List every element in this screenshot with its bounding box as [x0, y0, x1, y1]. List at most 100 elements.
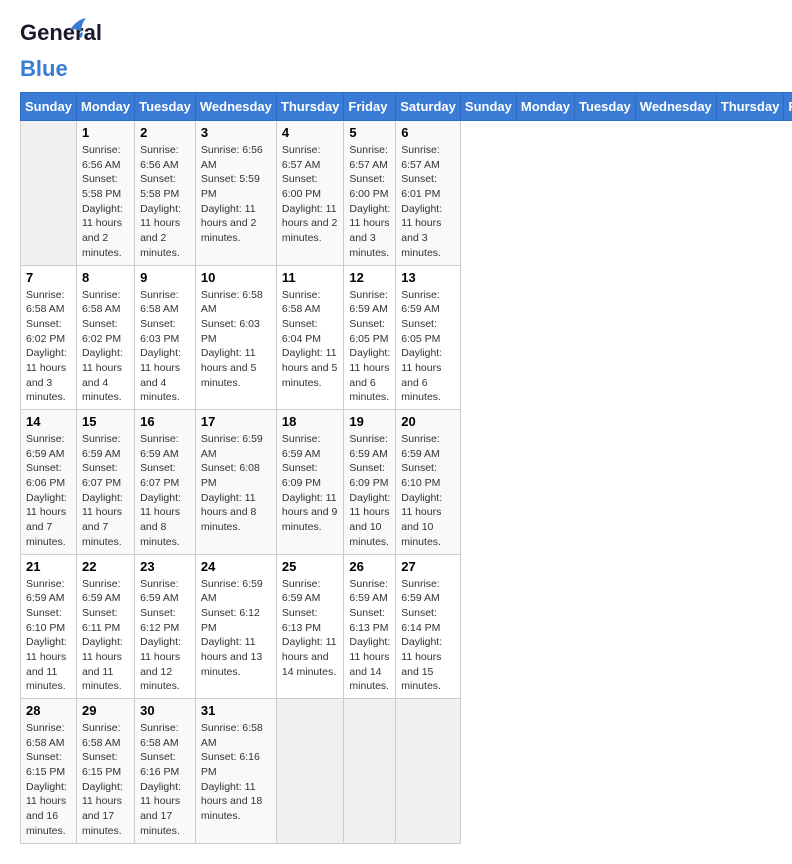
calendar-cell — [21, 121, 77, 266]
col-header-monday: Monday — [516, 93, 574, 121]
day-number: 27 — [401, 559, 455, 574]
cell-info: Sunrise: 6:59 AMSunset: 6:10 PMDaylight:… — [401, 432, 455, 550]
day-number: 25 — [282, 559, 339, 574]
calendar-week-5: 28 Sunrise: 6:58 AMSunset: 6:15 PMDayligh… — [21, 699, 792, 844]
calendar-cell: 22 Sunrise: 6:59 AMSunset: 6:11 PMDayligh… — [76, 554, 134, 699]
day-number: 5 — [349, 125, 390, 140]
cell-info: Sunrise: 6:59 AMSunset: 6:08 PMDaylight:… — [201, 432, 271, 535]
calendar-cell: 8 Sunrise: 6:58 AMSunset: 6:02 PMDaylight… — [76, 265, 134, 410]
logo-general: General — [20, 20, 102, 46]
header-thursday: Thursday — [276, 93, 344, 121]
calendar-cell: 29 Sunrise: 6:58 AMSunset: 6:15 PMDayligh… — [76, 699, 134, 844]
cell-info: Sunrise: 6:58 AMSunset: 6:02 PMDaylight:… — [82, 288, 129, 406]
calendar-cell: 21 Sunrise: 6:59 AMSunset: 6:10 PMDayligh… — [21, 554, 77, 699]
cell-info: Sunrise: 6:56 AMSunset: 5:58 PMDaylight:… — [82, 143, 129, 261]
day-number: 16 — [140, 414, 190, 429]
calendar-cell: 20Sunrise: 6:59 AMSunset: 6:10 PMDayligh… — [396, 410, 461, 555]
cell-info: Sunrise: 6:59 AMSunset: 6:06 PMDaylight:… — [26, 432, 71, 550]
calendar-cell: 26 Sunrise: 6:59 AMSunset: 6:13 PMDayligh… — [344, 554, 396, 699]
calendar-cell — [396, 699, 461, 844]
cell-info: Sunrise: 6:59 AMSunset: 6:12 PMDaylight:… — [140, 577, 190, 695]
cell-info: Sunrise: 6:59 AMSunset: 6:13 PMDaylight:… — [282, 577, 339, 680]
cell-info: Sunrise: 6:58 AMSunset: 6:16 PMDaylight:… — [201, 721, 271, 824]
cell-info: Sunrise: 6:57 AMSunset: 6:00 PMDaylight:… — [349, 143, 390, 261]
cell-info: Sunrise: 6:56 AMSunset: 5:59 PMDaylight:… — [201, 143, 271, 246]
day-number: 21 — [26, 559, 71, 574]
cell-info: Sunrise: 6:59 AMSunset: 6:11 PMDaylight:… — [82, 577, 129, 695]
day-number: 14 — [26, 414, 71, 429]
cell-info: Sunrise: 6:58 AMSunset: 6:03 PMDaylight:… — [201, 288, 271, 391]
day-number: 8 — [82, 270, 129, 285]
cell-info: Sunrise: 6:59 AMSunset: 6:14 PMDaylight:… — [401, 577, 455, 695]
cell-info: Sunrise: 6:57 AMSunset: 6:01 PMDaylight:… — [401, 143, 455, 261]
day-number: 24 — [201, 559, 271, 574]
calendar-cell: 17 Sunrise: 6:59 AMSunset: 6:08 PMDayligh… — [195, 410, 276, 555]
day-number: 22 — [82, 559, 129, 574]
page-header: General Blue — [20, 20, 772, 82]
day-number: 12 — [349, 270, 390, 285]
calendar-cell: 24 Sunrise: 6:59 AMSunset: 6:12 PMDayligh… — [195, 554, 276, 699]
cell-info: Sunrise: 6:59 AMSunset: 6:05 PMDaylight:… — [349, 288, 390, 406]
col-header-sunday: Sunday — [460, 93, 516, 121]
day-number: 4 — [282, 125, 339, 140]
calendar-cell: 14 Sunrise: 6:59 AMSunset: 6:06 PMDayligh… — [21, 410, 77, 555]
cell-info: Sunrise: 6:59 AMSunset: 6:10 PMDaylight:… — [26, 577, 71, 695]
calendar-table: SundayMondayTuesdayWednesdayThursdayFrid… — [20, 92, 792, 844]
day-number: 28 — [26, 703, 71, 718]
cell-info: Sunrise: 6:58 AMSunset: 6:15 PMDaylight:… — [26, 721, 71, 839]
day-number: 2 — [140, 125, 190, 140]
day-number: 30 — [140, 703, 190, 718]
col-header-tuesday: Tuesday — [575, 93, 636, 121]
calendar-cell: 31 Sunrise: 6:58 AMSunset: 6:16 PMDayligh… — [195, 699, 276, 844]
day-number: 18 — [282, 414, 339, 429]
calendar-cell: 9Sunrise: 6:58 AMSunset: 6:03 PMDaylight… — [135, 265, 196, 410]
calendar-cell: 10 Sunrise: 6:58 AMSunset: 6:03 PMDayligh… — [195, 265, 276, 410]
header-monday: Monday — [76, 93, 134, 121]
cell-info: Sunrise: 6:59 AMSunset: 6:05 PMDaylight:… — [401, 288, 455, 406]
header-tuesday: Tuesday — [135, 93, 196, 121]
calendar-cell: 1 Sunrise: 6:56 AMSunset: 5:58 PMDaylight… — [76, 121, 134, 266]
calendar-cell — [344, 699, 396, 844]
header-friday: Friday — [344, 93, 396, 121]
day-number: 7 — [26, 270, 71, 285]
logo-bird-icon — [62, 16, 88, 44]
calendar-cell: 23 Sunrise: 6:59 AMSunset: 6:12 PMDayligh… — [135, 554, 196, 699]
header-sunday: Sunday — [21, 93, 77, 121]
cell-info: Sunrise: 6:58 AMSunset: 6:04 PMDaylight:… — [282, 288, 339, 391]
calendar-week-4: 21 Sunrise: 6:59 AMSunset: 6:10 PMDayligh… — [21, 554, 792, 699]
day-number: 23 — [140, 559, 190, 574]
cell-info: Sunrise: 6:58 AMSunset: 6:15 PMDaylight:… — [82, 721, 129, 839]
calendar-cell: 25 Sunrise: 6:59 AMSunset: 6:13 PMDayligh… — [276, 554, 344, 699]
day-number: 10 — [201, 270, 271, 285]
day-number: 3 — [201, 125, 271, 140]
day-number: 15 — [82, 414, 129, 429]
day-number: 13 — [401, 270, 455, 285]
cell-info: Sunrise: 6:59 AMSunset: 6:09 PMDaylight:… — [349, 432, 390, 550]
calendar-cell: 12 Sunrise: 6:59 AMSunset: 6:05 PMDayligh… — [344, 265, 396, 410]
day-number: 26 — [349, 559, 390, 574]
col-header-friday: Friday — [784, 93, 792, 121]
day-number: 1 — [82, 125, 129, 140]
logo: General Blue — [20, 20, 70, 82]
cell-info: Sunrise: 6:56 AMSunset: 5:58 PMDaylight:… — [140, 143, 190, 261]
day-number: 17 — [201, 414, 271, 429]
calendar-cell: 11Sunrise: 6:58 AMSunset: 6:04 PMDayligh… — [276, 265, 344, 410]
cell-info: Sunrise: 6:59 AMSunset: 6:12 PMDaylight:… — [201, 577, 271, 680]
calendar-week-1: 1 Sunrise: 6:56 AMSunset: 5:58 PMDaylight… — [21, 121, 792, 266]
day-number: 29 — [82, 703, 129, 718]
calendar-cell: 27 Sunrise: 6:59 AMSunset: 6:14 PMDayligh… — [396, 554, 461, 699]
calendar-cell: 18Sunrise: 6:59 AMSunset: 6:09 PMDayligh… — [276, 410, 344, 555]
cell-info: Sunrise: 6:59 AMSunset: 6:13 PMDaylight:… — [349, 577, 390, 695]
calendar-cell: 4 Sunrise: 6:57 AMSunset: 6:00 PMDaylight… — [276, 121, 344, 266]
calendar-cell: 28 Sunrise: 6:58 AMSunset: 6:15 PMDayligh… — [21, 699, 77, 844]
day-number: 31 — [201, 703, 271, 718]
calendar-week-3: 14 Sunrise: 6:59 AMSunset: 6:06 PMDayligh… — [21, 410, 792, 555]
calendar-cell — [276, 699, 344, 844]
calendar-week-2: 7 Sunrise: 6:58 AMSunset: 6:02 PMDaylight… — [21, 265, 792, 410]
day-number: 6 — [401, 125, 455, 140]
cell-info: Sunrise: 6:58 AMSunset: 6:03 PMDaylight:… — [140, 288, 190, 406]
calendar-cell: 13 Sunrise: 6:59 AMSunset: 6:05 PMDayligh… — [396, 265, 461, 410]
calendar-cell: 19Sunrise: 6:59 AMSunset: 6:09 PMDayligh… — [344, 410, 396, 555]
cell-info: Sunrise: 6:59 AMSunset: 6:07 PMDaylight:… — [140, 432, 190, 550]
cell-info: Sunrise: 6:57 AMSunset: 6:00 PMDaylight:… — [282, 143, 339, 246]
